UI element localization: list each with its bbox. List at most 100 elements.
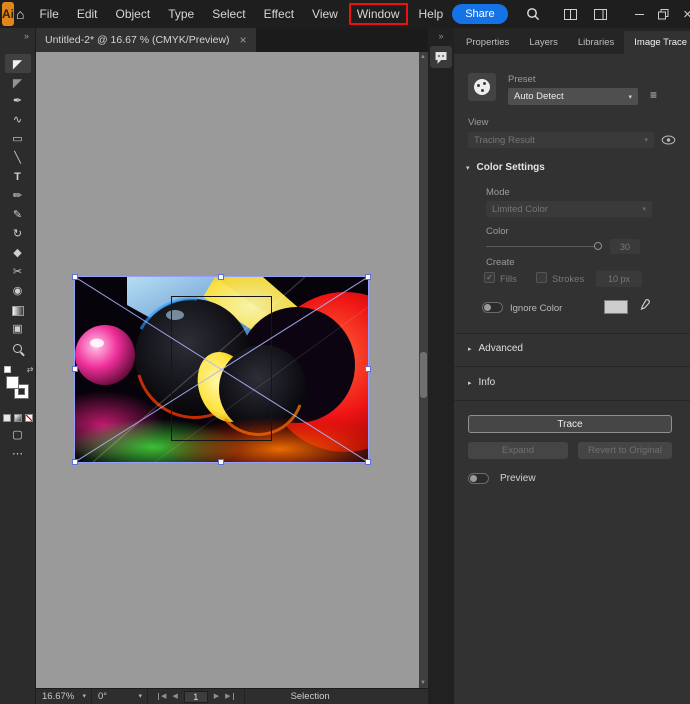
gradient-box[interactable] (14, 414, 22, 422)
menu-item-window[interactable]: Window (349, 3, 408, 25)
arrange-documents-button[interactable] (560, 0, 582, 28)
document-tab[interactable]: Untitled-2* @ 16.67 % (CMYK/Preview) × (36, 28, 256, 52)
tab-properties[interactable]: Properties (456, 31, 519, 54)
section-color-settings[interactable]: ▾ Color Settings (466, 162, 545, 173)
workspace-switcher-button[interactable] (590, 0, 612, 28)
tab-layers[interactable]: Layers (519, 31, 568, 54)
artboard-number-input[interactable] (184, 691, 208, 703)
strokes-checkbox[interactable] (536, 272, 547, 283)
search-button[interactable] (522, 0, 544, 28)
tab-image-trace[interactable]: Image Trace (624, 31, 690, 54)
canvas-area[interactable]: ▲ ▼ (36, 52, 428, 688)
slider-knob[interactable] (594, 242, 602, 250)
selection-tool[interactable]: ◤ (5, 54, 31, 73)
menu-item-type[interactable]: Type (159, 0, 203, 28)
default-colors-icon[interactable] (4, 366, 11, 373)
close-icon: × (683, 7, 690, 22)
rectangle-tool[interactable]: ▭ (5, 130, 31, 149)
eraser-tool[interactable]: ◆ (5, 244, 31, 263)
previous-artboard-button[interactable]: ◀ (172, 693, 177, 700)
tool-list: ◤ ◤ ✒ ∿ ▭ ╲ T ✏ ✎ ↻ ◆ ✂ ◉ ▣ (5, 54, 31, 358)
rotate-tool[interactable]: ↻ (5, 225, 31, 244)
eye-icon[interactable] (661, 135, 676, 145)
menu-item-file[interactable]: File (30, 0, 67, 28)
edit-toolbar-icon[interactable]: ⋯ (12, 449, 23, 460)
comments-button[interactable] (430, 46, 452, 68)
eyedropper-icon[interactable] (638, 298, 651, 312)
restore-button[interactable] (652, 0, 676, 28)
share-button[interactable]: Share (452, 4, 507, 24)
scrollbar-thumb[interactable] (420, 352, 427, 398)
minimize-button[interactable] (628, 0, 652, 28)
paintbrush-tool[interactable]: ✏ (5, 187, 31, 206)
menu-item-view[interactable]: View (303, 0, 347, 28)
color-fill-box[interactable] (3, 414, 11, 422)
scissors-tool[interactable]: ✂ (5, 263, 31, 282)
blend-icon: ◉ (13, 286, 23, 297)
draw-mode-icon[interactable]: ▢ (12, 430, 22, 441)
collapse-panel-icon[interactable]: » (428, 28, 454, 41)
fills-checkbox[interactable]: ✓ (484, 272, 495, 283)
menu-item-select[interactable]: Select (203, 0, 254, 28)
preview-toggle[interactable] (468, 473, 489, 484)
fill-stroke-widget: ⇄ (4, 374, 32, 404)
gradient-tool[interactable] (5, 301, 31, 320)
curvature-tool[interactable]: ∿ (5, 111, 31, 130)
close-button[interactable]: × (676, 0, 690, 28)
preset-value: Auto Detect (514, 91, 564, 102)
color-value-box[interactable]: 30 (610, 239, 640, 254)
line-segment-tool[interactable]: ╲ (5, 149, 31, 168)
home-button[interactable]: ⌂ (16, 0, 24, 28)
section-info[interactable]: ▸ Info (468, 377, 495, 388)
expand-toolbar-icon[interactable]: » (0, 28, 35, 44)
first-artboard-button[interactable]: ◀ (158, 693, 166, 700)
zoom-icon (13, 344, 22, 353)
blend-tool[interactable]: ◉ (5, 282, 31, 301)
close-tab-icon[interactable]: × (240, 34, 247, 46)
image-trace-panel: Preset Auto Detect ▾ ≡ View Tracing Resu… (454, 54, 690, 704)
right-panel: Properties Layers Libraries Image Trace … (454, 28, 690, 704)
chevron-down-icon: ▾ (628, 93, 632, 101)
selection-arrow-icon: ◤ (13, 58, 22, 70)
eraser-icon: ◆ (13, 248, 21, 259)
type-tool[interactable]: T (5, 168, 31, 187)
next-artboard-button[interactable]: ▶ (214, 693, 219, 700)
zoom-tool[interactable] (5, 339, 31, 358)
mode-dropdown[interactable]: Limited Color ▾ (486, 201, 652, 217)
curvature-icon: ∿ (13, 115, 22, 126)
rotation-dropdown[interactable]: 0° ▾ (92, 689, 148, 704)
document-tab-title: Untitled-2* @ 16.67 % (CMYK/Preview) (45, 34, 230, 46)
ignore-color-toggle[interactable] (482, 302, 503, 313)
tab-libraries[interactable]: Libraries (568, 31, 624, 54)
swap-colors-icon[interactable]: ⇄ (27, 365, 34, 374)
preset-icon-button[interactable] (468, 73, 496, 101)
trace-button[interactable]: Trace (468, 415, 672, 433)
last-artboard-button[interactable]: ▶ (225, 693, 233, 700)
direct-selection-tool[interactable]: ◤ (5, 73, 31, 92)
color-slider[interactable] (486, 246, 596, 247)
panel-menu-icon[interactable]: ≡ (650, 89, 657, 101)
zoom-level-dropdown[interactable]: 16.67% ▾ (36, 689, 92, 704)
view-dropdown[interactable]: Tracing Result ▾ (468, 132, 654, 148)
illustrator-logo: Ai (2, 2, 14, 26)
scroll-down-icon[interactable]: ▼ (420, 680, 426, 686)
scroll-up-icon[interactable]: ▲ (420, 54, 426, 60)
revert-to-original-button[interactable]: Revert to Original (578, 442, 672, 459)
chevron-right-icon: ▸ (468, 345, 472, 353)
menu-item-effect[interactable]: Effect (255, 0, 303, 28)
menu-item-edit[interactable]: Edit (68, 0, 107, 28)
artboard-tool[interactable]: ▣ (5, 320, 31, 339)
gradient-icon (12, 306, 24, 316)
vertical-scrollbar[interactable]: ▲ ▼ (419, 52, 428, 688)
none-box[interactable] (25, 414, 33, 422)
section-advanced[interactable]: ▸ Advanced (468, 343, 523, 354)
preset-dropdown[interactable]: Auto Detect ▾ (508, 88, 638, 105)
menu-item-object[interactable]: Object (107, 0, 160, 28)
ignore-color-swatch[interactable] (604, 300, 628, 314)
stroke-width-input[interactable]: 10 px (596, 271, 642, 287)
expand-button[interactable]: Expand (468, 442, 568, 459)
pencil-tool[interactable]: ✎ (5, 206, 31, 225)
menu-item-help[interactable]: Help (410, 0, 453, 28)
pen-tool[interactable]: ✒ (5, 92, 31, 111)
fill-color-swatch[interactable] (6, 376, 19, 389)
